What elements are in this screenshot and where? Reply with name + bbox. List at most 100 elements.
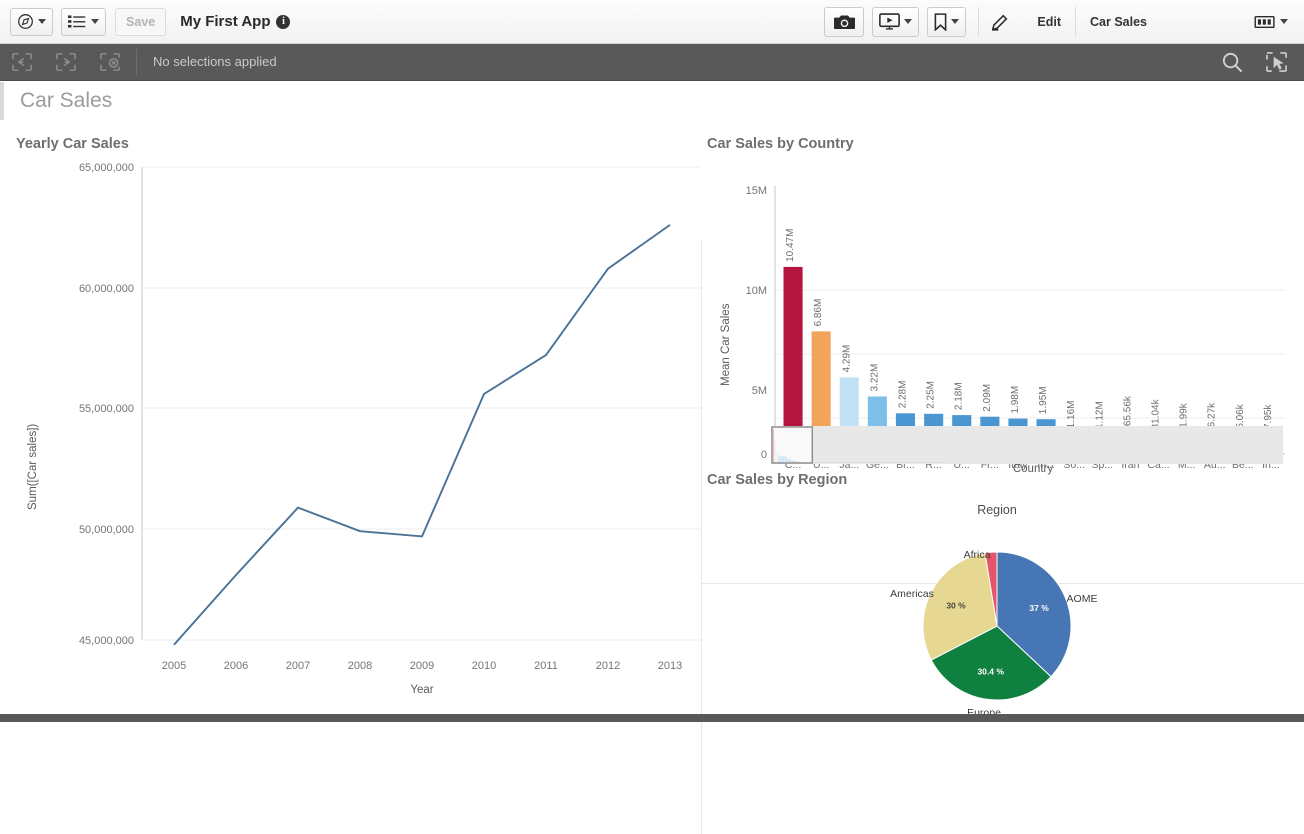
minimap-bar bbox=[942, 462, 944, 463]
bar-value-label: 6.86M bbox=[813, 299, 824, 327]
minimap-bar bbox=[910, 462, 912, 463]
minimap-bar bbox=[831, 462, 833, 463]
minimap-bar bbox=[915, 462, 917, 463]
minimap-bar bbox=[884, 462, 886, 463]
car-sales-by-region-chart[interactable]: Region 37 % 30.4 % 30 % Africa Americas AO… bbox=[707, 492, 1304, 722]
presentation-icon bbox=[879, 13, 901, 30]
x-tick-label: 2010 bbox=[472, 660, 496, 672]
selection-back-icon bbox=[12, 53, 32, 71]
snapshot-button[interactable] bbox=[824, 6, 865, 37]
minimap-bar bbox=[851, 462, 853, 463]
selection-search-button[interactable] bbox=[1210, 44, 1254, 81]
y-tick-label: 45,000,000 bbox=[79, 635, 134, 647]
bar-value-label: 1.98M bbox=[1010, 386, 1021, 414]
y-tick-label: 50,000,000 bbox=[79, 524, 134, 536]
minimap-bar bbox=[857, 462, 859, 463]
minimap-bar bbox=[890, 462, 892, 463]
minimap-bar bbox=[875, 462, 877, 463]
x-tick-label: 2008 bbox=[348, 660, 372, 672]
minimap-bar bbox=[826, 462, 828, 463]
minimap-bar bbox=[823, 462, 825, 463]
minimap-bar bbox=[828, 462, 830, 463]
minimap-bar bbox=[832, 462, 834, 463]
x-tick-label: 2012 bbox=[596, 660, 620, 672]
line-chart-y-ticks: 65,000,000 60,000,000 55,000,000 50,000,… bbox=[79, 162, 134, 647]
sheets-menu-button[interactable] bbox=[61, 7, 106, 36]
minimap-bar bbox=[939, 462, 941, 463]
chevron-down-icon bbox=[1280, 19, 1288, 24]
line-chart-gridlines bbox=[142, 166, 701, 641]
toolbar-right-group: Edit Car Sales bbox=[824, 0, 1304, 44]
minimap-bar bbox=[839, 462, 841, 463]
minimap-bar bbox=[909, 462, 911, 463]
bar-value-label: 10.47M bbox=[785, 229, 796, 262]
minimap-bar bbox=[825, 462, 827, 463]
bar-value-label: 3.22M bbox=[869, 364, 880, 392]
minimap-bar bbox=[842, 462, 844, 463]
edit-pencil-button[interactable] bbox=[979, 8, 1023, 36]
minimap-bar bbox=[864, 462, 866, 463]
minimap-bar bbox=[912, 462, 914, 463]
scrollbar-track[interactable] bbox=[771, 426, 1283, 464]
sheets-icon bbox=[1254, 15, 1275, 28]
minimap-bar bbox=[883, 462, 885, 463]
minimap-bar bbox=[906, 462, 908, 463]
minimap-bar bbox=[926, 462, 928, 463]
minimap-bar bbox=[886, 462, 888, 463]
minimap-bar bbox=[941, 462, 943, 463]
bar-value-label: 2.09M bbox=[982, 384, 993, 412]
minimap-bar bbox=[861, 462, 863, 463]
bar-value-label: 1.95M bbox=[1038, 386, 1049, 414]
story-button[interactable] bbox=[872, 6, 920, 37]
x-tick-label: 2005 bbox=[162, 660, 186, 672]
minimap-bar bbox=[816, 462, 818, 463]
selection-back-button[interactable] bbox=[0, 44, 44, 81]
minimap-bar bbox=[865, 462, 867, 463]
bookmark-button[interactable] bbox=[927, 6, 967, 37]
save-button[interactable]: Save bbox=[115, 7, 167, 36]
minimap-bar bbox=[849, 462, 851, 463]
minimap-bar bbox=[922, 462, 924, 463]
scrollbar-window-handle[interactable] bbox=[771, 426, 813, 464]
line-chart-x-ticks: 2005 2006 2007 2008 2009 2010 2011 2012 … bbox=[162, 660, 682, 672]
smart-search-button[interactable] bbox=[1254, 44, 1298, 81]
minimap-bar bbox=[891, 462, 893, 463]
minimap-bar bbox=[874, 462, 876, 463]
selection-bar: No selections applied bbox=[0, 44, 1304, 81]
minimap-bar bbox=[881, 462, 883, 463]
current-sheet-name: Car Sales bbox=[1090, 14, 1147, 29]
clear-selections-icon bbox=[100, 53, 120, 71]
yearly-car-sales-chart[interactable]: 65,000,000 60,000,000 55,000,000 50,000,… bbox=[0, 120, 701, 714]
minimap-bar bbox=[920, 462, 922, 463]
sheet-picker-button[interactable] bbox=[1246, 8, 1296, 36]
bar-value-label: 1.12M bbox=[1094, 401, 1105, 429]
edit-group: Edit bbox=[978, 6, 1076, 37]
minimap-bar bbox=[894, 462, 896, 463]
info-icon[interactable]: i bbox=[276, 14, 291, 29]
minimap-bar bbox=[929, 462, 931, 463]
pie-chart-legend-title: Region bbox=[977, 503, 1017, 517]
minimap-bar bbox=[925, 462, 927, 463]
pie-percent-label: 30 % bbox=[946, 600, 966, 610]
minimap-bar bbox=[836, 462, 838, 463]
compass-icon bbox=[18, 14, 33, 29]
minimap-bar bbox=[916, 462, 918, 463]
bar-chart-x-axis-title: Country bbox=[1013, 463, 1054, 475]
minimap-bar bbox=[817, 462, 819, 463]
minimap-bar bbox=[932, 462, 934, 463]
bar-chart-scrollbar[interactable] bbox=[771, 426, 1283, 464]
minimap-bar bbox=[919, 462, 921, 463]
minimap-bar bbox=[829, 462, 831, 463]
edit-button[interactable]: Edit bbox=[1023, 7, 1075, 37]
navigation-menu-button[interactable] bbox=[10, 7, 53, 36]
app-title: My First App i bbox=[180, 13, 291, 30]
y-tick-label: 55,000,000 bbox=[79, 403, 134, 415]
bookmark-icon bbox=[934, 12, 947, 31]
bar-value-label: 4.29M bbox=[841, 345, 852, 373]
clear-selections-button[interactable] bbox=[88, 44, 132, 81]
selection-forward-button[interactable] bbox=[44, 44, 88, 81]
y-tick-label: 15M bbox=[746, 185, 767, 197]
camera-icon bbox=[833, 14, 855, 29]
minimap-bar bbox=[903, 462, 905, 463]
minimap-bar bbox=[907, 462, 909, 463]
